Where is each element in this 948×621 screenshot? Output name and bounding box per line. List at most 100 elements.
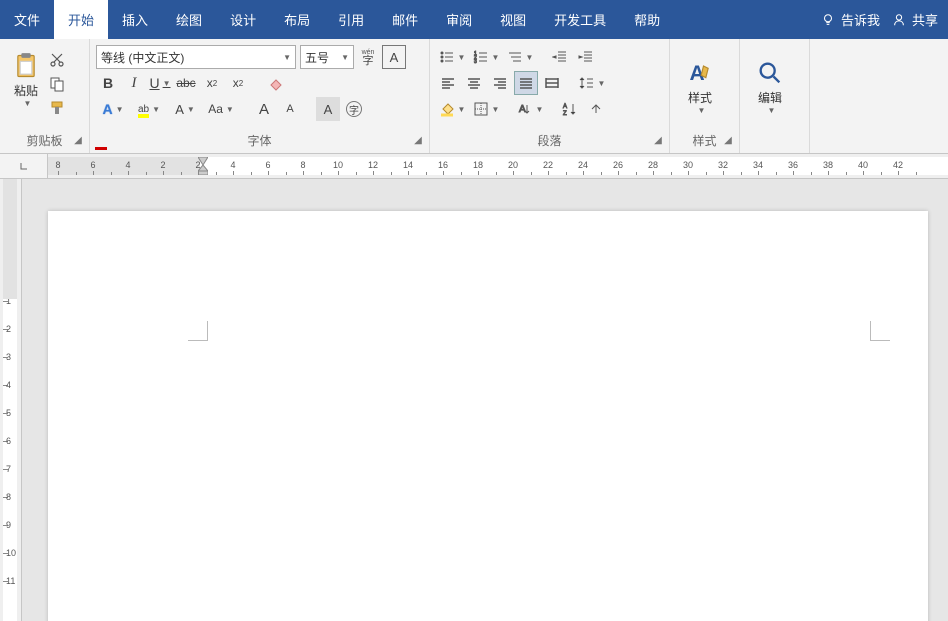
shrink-font-button[interactable]: A (278, 97, 302, 121)
share-label: 共享 (912, 10, 938, 29)
svg-text:A: A (563, 104, 567, 110)
editing-label: 编辑 (758, 89, 782, 106)
chevron-down-icon: ▼ (163, 79, 171, 88)
copy-button[interactable] (46, 73, 68, 95)
distributed-button[interactable] (540, 71, 564, 95)
align-center-button[interactable] (462, 71, 486, 95)
borders-button[interactable]: ▼ (470, 97, 502, 121)
group-label-font: 字体 (90, 132, 429, 151)
cut-button[interactable] (46, 49, 68, 71)
char-shading-button[interactable]: A (316, 97, 340, 121)
ruler-h-num: 8 (55, 160, 60, 170)
tab-developer[interactable]: 开发工具 (540, 0, 620, 39)
format-painter-button[interactable] (46, 97, 68, 119)
grow-font-button[interactable]: A (252, 97, 276, 121)
ruler-h-num: 40 (858, 160, 868, 170)
ruler-h-num: 4 (125, 160, 130, 170)
svg-text:3: 3 (474, 59, 477, 65)
underline-button[interactable]: U▼ (148, 71, 172, 95)
ruler-h-num: 34 (753, 160, 763, 170)
styles-icon: A (686, 59, 714, 87)
ruler-h-num: 26 (613, 160, 623, 170)
tab-help[interactable]: 帮助 (620, 0, 674, 39)
tab-selector[interactable] (0, 154, 48, 178)
tab-review[interactable]: 审阅 (432, 0, 486, 39)
ruler-h-num: 28 (648, 160, 658, 170)
tab-insert[interactable]: 插入 (108, 0, 162, 39)
tab-mail[interactable]: 邮件 (378, 0, 432, 39)
svg-text:A: A (519, 104, 526, 115)
bullets-icon (439, 49, 455, 65)
char-border-button[interactable]: A (382, 45, 406, 69)
italic-button[interactable]: I (122, 71, 146, 95)
scissors-icon (49, 52, 65, 68)
tab-design[interactable]: 设计 (216, 0, 270, 39)
tab-layout[interactable]: 布局 (270, 0, 324, 39)
brush-icon (49, 100, 65, 116)
numbering-button[interactable]: 123▼ (470, 45, 502, 69)
enclose-char-button[interactable]: 字 (342, 97, 366, 121)
subscript-button[interactable]: x2 (200, 71, 224, 95)
document-canvas[interactable] (22, 179, 948, 621)
ruler-h-num: 2 (195, 160, 200, 170)
group-label-paragraph: 段落 (430, 132, 669, 151)
increase-indent-button[interactable] (574, 45, 598, 69)
align-left-button[interactable] (436, 71, 460, 95)
tab-references[interactable]: 引用 (324, 0, 378, 39)
align-right-button[interactable] (488, 71, 512, 95)
change-case-button[interactable]: Aa▼ (204, 97, 238, 121)
vertical-ruler[interactable]: 43211234567891011 (0, 179, 22, 621)
tab-home[interactable]: 开始 (54, 0, 108, 39)
tell-me-search[interactable]: 告诉我 (821, 10, 880, 29)
paint-bucket-icon (439, 101, 455, 117)
paragraph-dialog-launcher[interactable]: ◢ (652, 136, 664, 148)
ruler-h-num: 42 (893, 160, 903, 170)
line-spacing-button[interactable]: ▼ (576, 71, 608, 95)
tab-draw[interactable]: 绘图 (162, 0, 216, 39)
share-button[interactable]: 共享 (892, 10, 938, 29)
ruler-h-num: 6 (265, 160, 270, 170)
editing-button[interactable]: 编辑 ▼ (746, 45, 794, 129)
highlight-button[interactable]: ab▼ (132, 97, 166, 121)
ruler-v-num: 3 (6, 352, 11, 362)
paste-button[interactable]: 粘贴 ▼ (6, 45, 46, 115)
bullets-button[interactable]: ▼ (436, 45, 468, 69)
ruler-v-num: 7 (6, 464, 11, 474)
page[interactable] (48, 211, 928, 621)
sort-button[interactable]: AZ (558, 97, 582, 121)
styles-dialog-launcher[interactable]: ◢ (722, 136, 734, 148)
clear-formatting-button[interactable] (264, 71, 288, 95)
paste-label: 粘贴 (14, 82, 38, 99)
shading-button[interactable]: ▼ (436, 97, 468, 121)
multilevel-list-button[interactable]: ▼ (504, 45, 536, 69)
indent-icon (578, 49, 594, 65)
styles-button[interactable]: A 样式 ▼ (676, 45, 724, 129)
ruler-h-num: 32 (718, 160, 728, 170)
horizontal-ruler[interactable]: 8642246810121416182022242628303234363840… (48, 157, 948, 175)
strikethrough-button[interactable]: abc (174, 71, 198, 95)
tab-view[interactable]: 视图 (486, 0, 540, 39)
chevron-down-icon: ▼ (152, 105, 160, 114)
font-color-button[interactable]: A▼ (168, 97, 202, 121)
font-dialog-launcher[interactable]: ◢ (412, 136, 424, 148)
ruler-v-num: 11 (6, 576, 15, 586)
ruler-h-num: 38 (823, 160, 833, 170)
tab-file[interactable]: 文件 (0, 0, 54, 39)
ruler-v-num: 8 (6, 492, 11, 502)
superscript-button[interactable]: x2 (226, 71, 250, 95)
styles-label: 样式 (688, 89, 712, 106)
font-name-combo[interactable]: 等线 (中文正文)▼ (96, 45, 296, 69)
chevron-down-icon: ▼ (598, 79, 606, 88)
font-size-combo[interactable]: 五号▼ (300, 45, 354, 69)
distributed-icon (544, 75, 560, 91)
show-marks-button[interactable] (584, 97, 608, 121)
align-justify-button[interactable] (514, 71, 538, 95)
decrease-indent-button[interactable] (548, 45, 572, 69)
clipboard-dialog-launcher[interactable]: ◢ (72, 136, 84, 148)
bold-button[interactable]: B (96, 71, 120, 95)
asian-layout-button[interactable]: A▼ (514, 97, 546, 121)
ruler-v-num: 9 (6, 520, 11, 530)
lightbulb-icon (821, 13, 835, 27)
phonetic-guide-button[interactable]: wén字 (356, 45, 380, 69)
text-effects-button[interactable]: A▼ (96, 97, 130, 121)
